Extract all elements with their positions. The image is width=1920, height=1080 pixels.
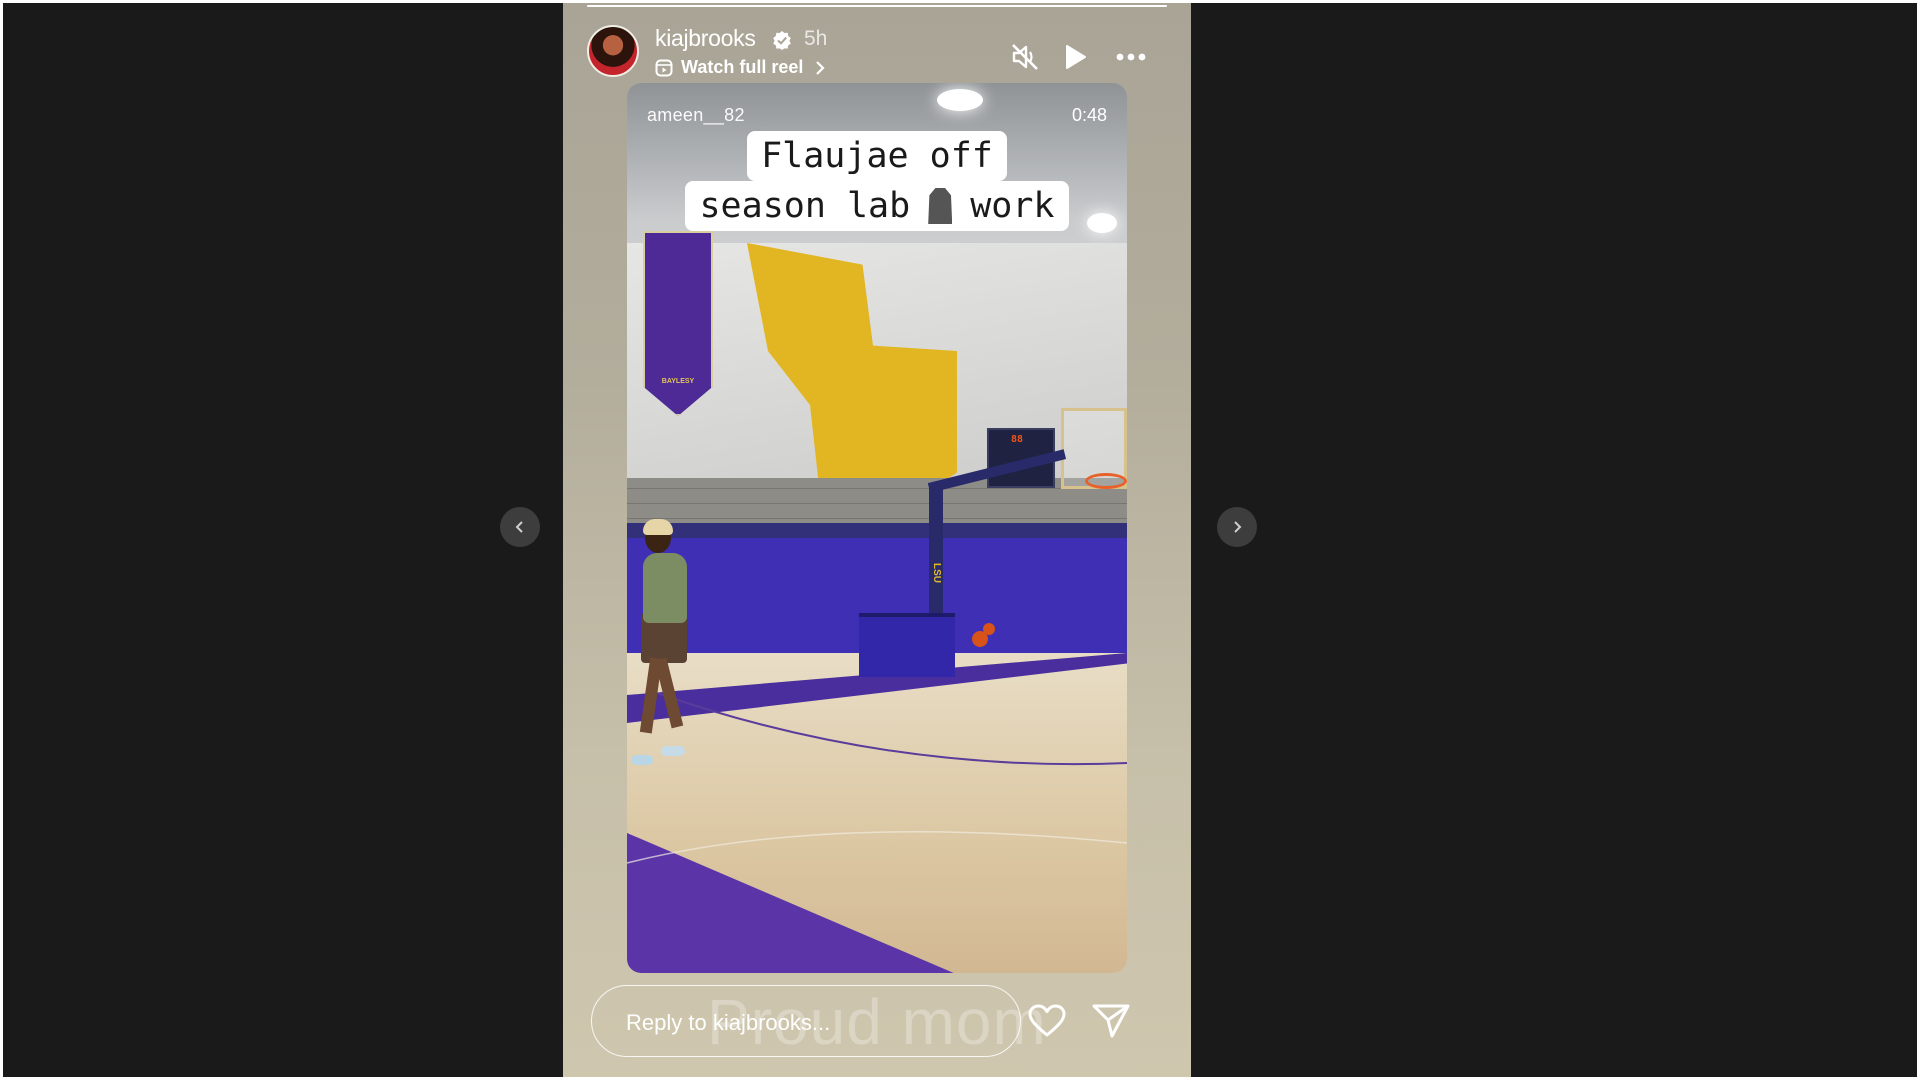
play-button[interactable] [1057,39,1093,75]
watch-full-reel-label: Watch full reel [681,57,804,77]
player-shoe [661,746,685,756]
court-lines [627,693,1127,864]
story-text-overlay: Proud mom [707,986,1047,1058]
player-body [643,553,687,623]
caption-line-2: season lab work [685,181,1069,231]
story-card: kiajbrooks 5h Watch full reel BAYLESY 88… [563,3,1191,1077]
story-header: kiajbrooks 5h Watch full reel [587,23,1167,81]
chevron-right-icon [816,60,825,75]
jersey-banner [643,231,713,416]
heart-icon [1028,1004,1066,1037]
basketball [983,623,995,635]
watch-full-reel-link[interactable]: Watch full reel [655,57,829,78]
previous-story-button[interactable] [500,507,540,547]
like-button[interactable] [1027,1001,1067,1041]
player-shoe [631,755,653,765]
chevron-left-icon [515,521,523,533]
more-options-icon [1116,53,1146,61]
ceiling-light [937,89,983,111]
banner-label: BAYLESY [661,378,695,385]
caption-line-2-start: season lab [699,186,911,226]
verified-badge-icon [773,31,791,50]
post-time: 5h [804,27,828,50]
reel-duration: 0:48 [1071,105,1107,125]
play-icon [1066,45,1086,69]
caption-line-1: Flaujae off [747,131,1007,181]
hoop-base [859,613,955,677]
chevron-right-icon [1234,521,1242,533]
reel-author[interactable]: ameen__82 [647,105,745,126]
reel-caption: Flaujae off season lab work [627,131,1127,231]
player-headwrap [643,519,673,535]
next-story-button[interactable] [1217,507,1257,547]
lab-coat-icon [928,188,953,224]
share-button[interactable] [1091,1001,1131,1041]
send-icon [1092,1004,1130,1038]
caption-line-2-end: work [970,186,1055,226]
story-progress-bar [587,5,1167,7]
hoop-pole [929,488,943,628]
story-footer: Reply to kiajbrooks... Proud mom [587,983,1167,1058]
reel-video[interactable]: BAYLESY 88 LSU ameen__82 0:48 Flaujae of… [627,83,1127,973]
reel-icon [655,59,673,76]
muted-speaker-icon [1012,44,1038,70]
username[interactable]: kiajbrooks [655,25,756,52]
mute-button[interactable] [1007,39,1043,75]
story-viewer: kiajbrooks 5h Watch full reel BAYLESY 88… [3,3,1917,1077]
pole-label: LSU [931,563,942,583]
hoop-rim [1085,473,1127,489]
scoreboard-digits: 88 [1011,434,1024,445]
more-options-button[interactable] [1113,39,1149,75]
avatar[interactable] [587,25,639,77]
